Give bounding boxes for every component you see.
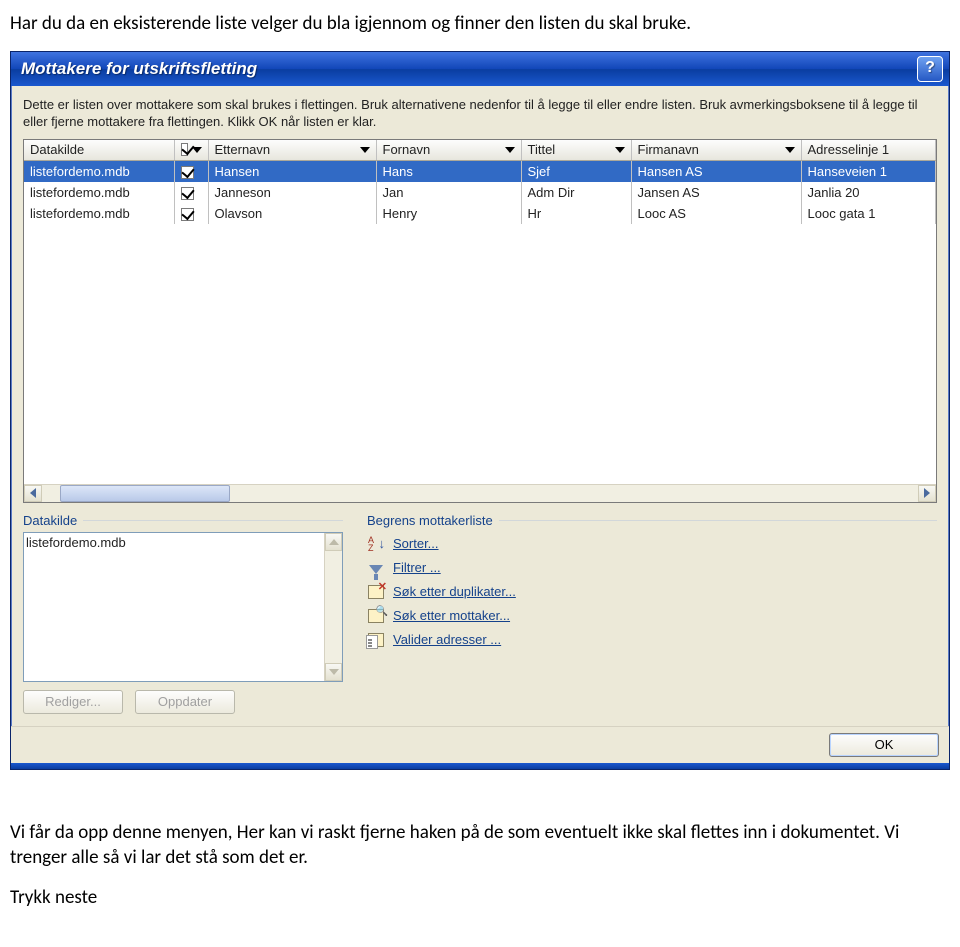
refine-find[interactable]: Søk etter mottaker...	[367, 604, 937, 628]
find-recipient-icon	[367, 607, 385, 625]
header-row: Datakilde Etternavn Fornavn Tittel Firma…	[24, 140, 936, 161]
refine-filter[interactable]: Filtrer ...	[367, 556, 937, 580]
col-adresse[interactable]: Adresselinje 1	[801, 140, 936, 161]
cell-tittel: Hr	[521, 203, 631, 224]
intro-text: Har du da en eksisterende liste velger d…	[10, 11, 950, 37]
datakilde-listbox[interactable]: listefordemo.mdb	[23, 532, 343, 682]
chevron-down-icon	[360, 147, 370, 153]
cell-check[interactable]	[174, 161, 208, 182]
grid-empty-area	[24, 224, 936, 484]
cell-adresse: Janlia 20	[801, 182, 936, 203]
table-row[interactable]: listefordemo.mdb OlavsonHenryHrLooc ASLoo…	[24, 203, 936, 224]
cell-etternavn: Janneson	[208, 182, 376, 203]
refine-link[interactable]: Filtrer ...	[393, 560, 441, 575]
datakilde-item[interactable]: listefordemo.mdb	[26, 535, 340, 550]
cell-fornavn: Jan	[376, 182, 521, 203]
recipients-dialog: Mottakere for utskriftsfletting ? Dette …	[10, 51, 950, 770]
cell-check[interactable]	[174, 203, 208, 224]
chevron-down-icon	[785, 147, 795, 153]
col-firmanavn[interactable]: Firmanavn	[631, 140, 801, 161]
cell-adresse: Looc gata 1	[801, 203, 936, 224]
refine-link[interactable]: Søk etter duplikater...	[393, 584, 516, 599]
cell-firmanavn: Jansen AS	[631, 182, 801, 203]
col-datakilde[interactable]: Datakilde	[24, 140, 174, 161]
refine-duplicates[interactable]: Søk etter duplikater...	[367, 580, 937, 604]
datakilde-group-label: Datakilde	[23, 513, 343, 528]
col-fornavn[interactable]: Fornavn	[376, 140, 521, 161]
arrow-left-icon	[30, 488, 36, 498]
cell-firmanavn: Looc AS	[631, 203, 801, 224]
table-row[interactable]: listefordemo.mdb JannesonJanAdm DirJansen…	[24, 182, 936, 203]
titlebar[interactable]: Mottakere for utskriftsfletting ?	[11, 52, 949, 86]
refine-link[interactable]: Valider adresser ...	[393, 632, 501, 647]
refine-sort[interactable]: Z Sorter...	[367, 532, 937, 556]
arrow-up-icon	[329, 539, 339, 545]
row-checkbox[interactable]	[181, 166, 194, 179]
scroll-right-button[interactable]	[918, 485, 936, 502]
refine-group-label: Begrens mottakerliste	[367, 513, 937, 528]
cell-fornavn: Henry	[376, 203, 521, 224]
cell-datakilde: listefordemo.mdb	[24, 161, 174, 182]
row-checkbox[interactable]	[181, 187, 194, 200]
horizontal-scrollbar[interactable]	[24, 484, 936, 502]
dialog-description: Dette er listen over mottakere som skal …	[23, 96, 937, 131]
cell-check[interactable]	[174, 182, 208, 203]
arrow-down-icon	[329, 669, 339, 675]
validate-icon	[367, 631, 385, 649]
refine-link[interactable]: Sorter...	[393, 536, 439, 551]
scroll-left-button[interactable]	[24, 485, 42, 502]
refresh-button[interactable]: Oppdater	[135, 690, 235, 714]
cell-fornavn: Hans	[376, 161, 521, 182]
refine-validate[interactable]: Valider adresser ...	[367, 628, 937, 652]
vertical-scrollbar[interactable]	[324, 533, 342, 681]
cell-firmanavn: Hansen AS	[631, 161, 801, 182]
filter-icon	[367, 559, 385, 577]
cell-tittel: Sjef	[521, 161, 631, 182]
duplicates-icon	[367, 583, 385, 601]
help-button[interactable]: ?	[917, 56, 943, 82]
cell-datakilde: listefordemo.mdb	[24, 182, 174, 203]
cell-adresse: Hanseveien 1	[801, 161, 936, 182]
chevron-down-icon	[615, 147, 625, 153]
col-check[interactable]	[174, 140, 208, 161]
edit-button[interactable]: Rediger...	[23, 690, 123, 714]
check-all[interactable]	[181, 143, 188, 156]
outro-text-2: Trykk neste	[10, 885, 950, 911]
row-checkbox[interactable]	[181, 208, 194, 221]
cell-etternavn: Hansen	[208, 161, 376, 182]
scroll-up-button[interactable]	[325, 533, 342, 551]
scroll-down-button[interactable]	[325, 663, 342, 681]
col-tittel[interactable]: Tittel	[521, 140, 631, 161]
cell-etternavn: Olavson	[208, 203, 376, 224]
arrow-right-icon	[924, 488, 930, 498]
outro-text-1: Vi får da opp denne menyen, Her kan vi r…	[10, 820, 950, 871]
cell-datakilde: listefordemo.mdb	[24, 203, 174, 224]
dialog-title: Mottakere for utskriftsfletting	[21, 59, 257, 79]
table-row[interactable]: listefordemo.mdb HansenHansSjefHansen ASH…	[24, 161, 936, 182]
ok-button[interactable]: OK	[829, 733, 939, 757]
sort-icon: Z	[367, 535, 385, 553]
dialog-bottom-border	[11, 763, 949, 769]
scroll-thumb[interactable]	[60, 485, 230, 502]
col-etternavn[interactable]: Etternavn	[208, 140, 376, 161]
refine-link[interactable]: Søk etter mottaker...	[393, 608, 510, 623]
chevron-down-icon	[505, 147, 515, 153]
cell-tittel: Adm Dir	[521, 182, 631, 203]
recipients-grid[interactable]: Datakilde Etternavn Fornavn Tittel Firma…	[23, 139, 937, 503]
